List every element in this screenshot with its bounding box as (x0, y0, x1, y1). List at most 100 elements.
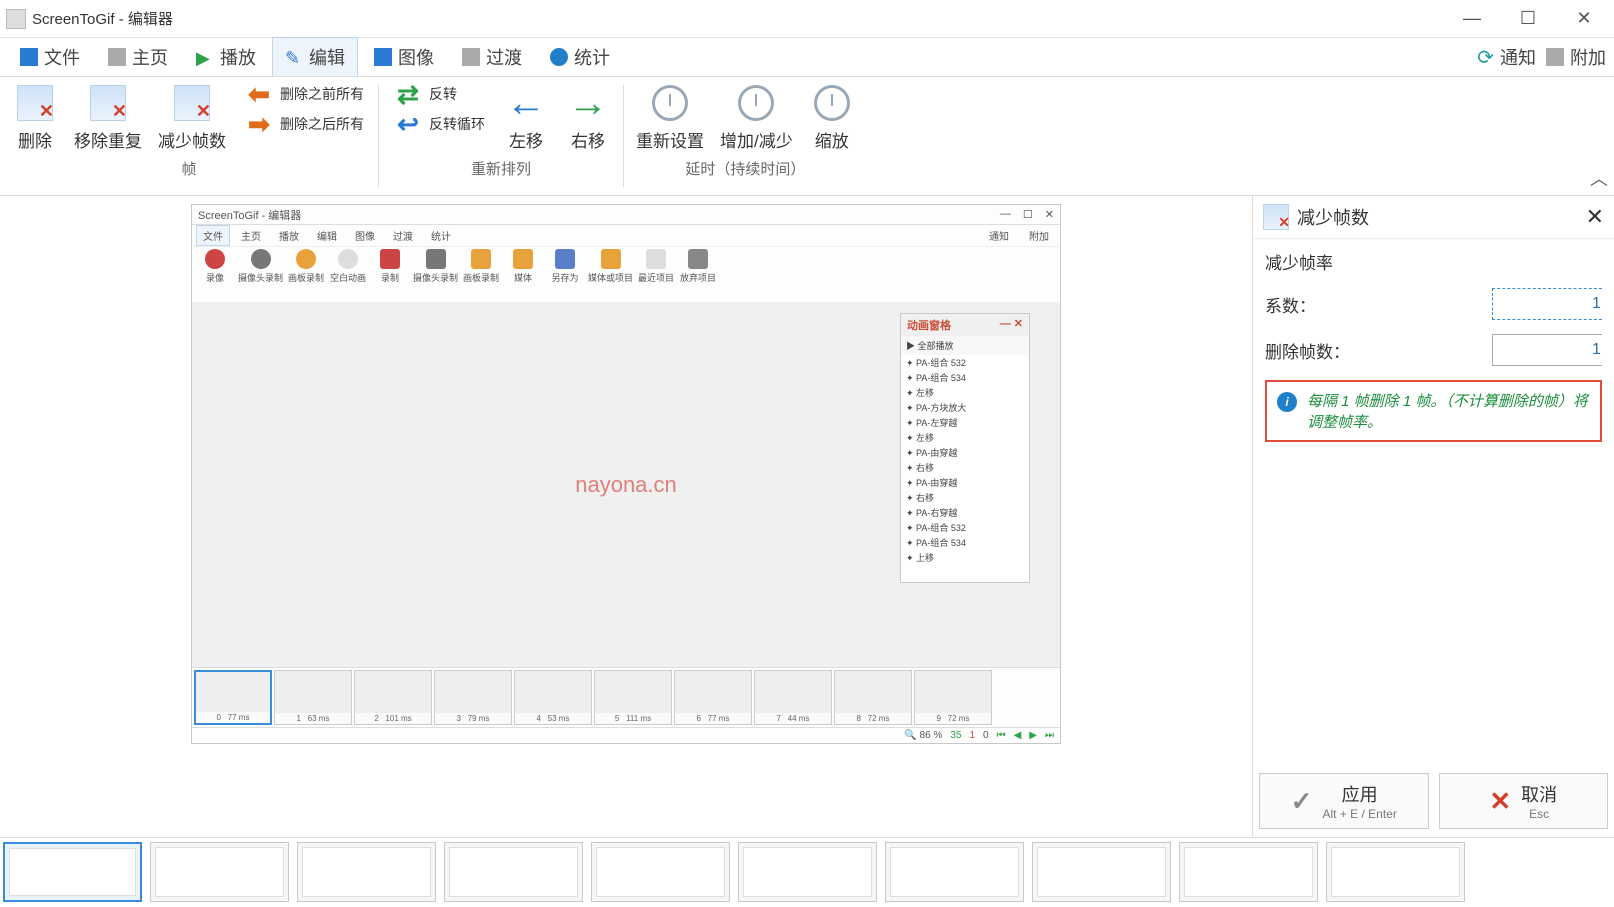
arrow-right-icon: ➡ (244, 113, 274, 135)
notify-button[interactable]: ⟳通知 (1477, 44, 1536, 70)
reverse-button[interactable]: ⇄反转 (383, 79, 495, 109)
anim-item: ✦ PA-由穿越 (901, 475, 1029, 490)
inner-ribbon-btn: 录像 (196, 249, 234, 284)
apply-button[interactable]: ✓ 应用Alt + E / Enter (1259, 773, 1429, 829)
inner-frame: 7 44 ms (754, 670, 832, 725)
remove-input-box[interactable]: ▲▼ (1492, 334, 1602, 366)
frame-thumbnail[interactable] (3, 842, 142, 902)
delete-icon (17, 85, 53, 121)
anim-panel-title: 动画窗格 (907, 317, 951, 333)
inner-frame: 4 53 ms (514, 670, 592, 725)
inc-dec-button[interactable]: 增加/减少 (712, 79, 801, 158)
inner-minimize-icon: — (1000, 208, 1011, 221)
inner-ribbon-btn: 媒体 (504, 249, 542, 284)
side-panel-icon (1263, 204, 1289, 230)
inner-close-icon: ✕ (1045, 208, 1054, 221)
info-icon: i (1277, 392, 1297, 412)
tab-edit[interactable]: ✎编辑 (272, 37, 358, 77)
inner-ribbon-btn: 摄像头录制 (413, 249, 458, 284)
inner-frame: 1 63 ms (274, 670, 352, 725)
reset-delay-button[interactable]: 重新设置 (628, 79, 712, 158)
reverse-loop-button[interactable]: ↩反转循环 (383, 109, 495, 139)
frame-thumbnail[interactable] (885, 842, 1024, 902)
titlebar: ScreenToGif - 编辑器 — ☐ ✕ (0, 0, 1614, 38)
check-icon: ✓ (1291, 786, 1313, 817)
side-panel-close-button[interactable]: ✕ (1586, 204, 1604, 230)
factor-input-box[interactable]: ▲▼ (1492, 288, 1602, 320)
scale-delay-button[interactable]: 缩放 (801, 79, 863, 158)
anim-item: ✦ PA-组合 532 (901, 355, 1029, 370)
tab-file[interactable]: 文件 (8, 38, 92, 76)
tab-home[interactable]: 主页 (96, 38, 180, 76)
tab-stats[interactable]: 统计 (538, 38, 622, 76)
app-icon (6, 9, 26, 29)
minimize-button[interactable]: — (1458, 8, 1486, 29)
ribbon-tabs: 文件 主页 ▶播放 ✎编辑 图像 过渡 统计 ⟳通知 附加 (0, 38, 1614, 76)
inner-frame: 9 72 ms (914, 670, 992, 725)
save-icon (20, 48, 38, 66)
inner-tab: 播放 (272, 225, 306, 246)
inner-ribbon-btn: 录制 (371, 249, 409, 284)
collapse-ribbon-button[interactable]: ︿ (1590, 165, 1608, 191)
inner-tab: 编辑 (310, 225, 344, 246)
move-right-button[interactable]: →右移 (557, 79, 619, 158)
remove-label: 删除帧数： (1265, 338, 1350, 363)
inner-frame: 2 101 ms (354, 670, 432, 725)
tab-play[interactable]: ▶播放 (184, 38, 268, 76)
attach-button[interactable]: 附加 (1546, 44, 1606, 70)
frame-strip[interactable] (0, 837, 1614, 907)
loop-icon: ↩ (393, 113, 423, 135)
inner-tab: 图像 (348, 225, 382, 246)
transition-icon (462, 48, 480, 66)
frame-thumbnail[interactable] (297, 842, 436, 902)
maximize-button[interactable]: ☐ (1514, 8, 1542, 29)
remove-input[interactable] (1493, 335, 1614, 365)
close-button[interactable]: ✕ (1570, 8, 1598, 29)
factor-input[interactable] (1493, 289, 1614, 319)
anim-item: ✦ 右移 (901, 490, 1029, 505)
anim-item: ✦ PA-方块放大 (901, 400, 1029, 415)
remove-dup-icon (90, 85, 126, 121)
ribbon-body: 删除 移除重复 减少帧数 ⬅删除之前所有 ➡删除之后所有 帧 ⇄反转 ↩反转循环… (0, 76, 1614, 196)
delete-button[interactable]: 删除 (4, 79, 66, 158)
tab-transition[interactable]: 过渡 (450, 38, 534, 76)
anim-item: ✦ 上移 (901, 550, 1029, 565)
inner-maximize-icon: ☐ (1023, 208, 1033, 221)
delete-after-button[interactable]: ➡删除之后所有 (234, 109, 374, 139)
edit-icon: ✎ (285, 48, 303, 66)
play-icon: ▶ (196, 48, 214, 66)
inner-tab: 文件 (196, 225, 230, 246)
reduce-frames-button[interactable]: 减少帧数 (150, 79, 234, 158)
frame-thumbnail[interactable] (591, 842, 730, 902)
inner-ribbon-btn: 另存为 (546, 249, 584, 284)
info-text: 每隔 1 帧删除 1 帧。（不计算删除的帧）将调整帧率。 (1307, 390, 1590, 432)
inner-ribbon-btn: 媒体或项目 (588, 249, 633, 284)
arrow-left-icon: ⬅ (244, 83, 274, 105)
cancel-icon: ✕ (1489, 786, 1511, 817)
frame-thumbnail[interactable] (738, 842, 877, 902)
frame-thumbnail[interactable] (150, 842, 289, 902)
frame-thumbnail[interactable] (1326, 842, 1465, 902)
factor-label: 系数： (1265, 292, 1345, 317)
move-right-icon: → (570, 85, 606, 121)
anim-item: ✦ PA-右穿越 (901, 505, 1029, 520)
frame-thumbnail[interactable] (1032, 842, 1171, 902)
editor-zone: ScreenToGif - 编辑器 — ☐ ✕ 文件主页播放编辑图像过渡统计通知… (0, 196, 1252, 837)
preview-content: ScreenToGif - 编辑器 — ☐ ✕ 文件主页播放编辑图像过渡统计通知… (191, 204, 1061, 744)
anim-item: ✦ 右移 (901, 460, 1029, 475)
frame-thumbnail[interactable] (444, 842, 583, 902)
group-delay-label: 延时（持续时间） (685, 158, 805, 182)
inner-tab: 过渡 (386, 225, 420, 246)
inner-ribbon-btn: 空白动画 (329, 249, 367, 284)
delete-before-button[interactable]: ⬅删除之前所有 (234, 79, 374, 109)
remove-dup-button[interactable]: 移除重复 (66, 79, 150, 158)
inner-last-icon: ⏭ (1045, 730, 1054, 741)
swap-icon: ⇄ (393, 83, 423, 105)
home-icon (108, 48, 126, 66)
inner-ribbon-btn: 画板录制 (287, 249, 325, 284)
cancel-button[interactable]: ✕ 取消Esc (1439, 773, 1609, 829)
frame-thumbnail[interactable] (1179, 842, 1318, 902)
move-left-button[interactable]: ←左移 (495, 79, 557, 158)
clock-plus-icon (738, 85, 774, 121)
tab-image[interactable]: 图像 (362, 38, 446, 76)
